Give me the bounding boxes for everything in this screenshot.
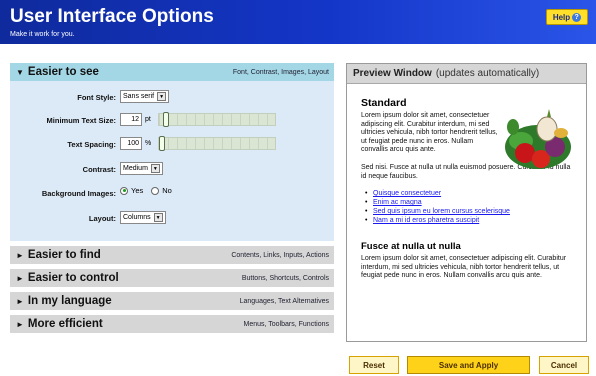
page-subtitle: Make it work for you.	[10, 31, 75, 38]
preview-window: Preview Window (updates automatically) S…	[346, 63, 587, 342]
reset-button[interactable]: Reset	[349, 356, 399, 374]
text-spacing-label: Text Spacing:	[67, 140, 116, 149]
preview-link[interactable]: Sed quis ipsum eu lorem cursus scelerisq…	[365, 207, 573, 216]
help-button[interactable]: Help ?	[546, 9, 588, 25]
contrast-value: Medium	[123, 165, 148, 172]
preview-heading-fusce: Fusce at nulla ut nulla	[361, 241, 461, 253]
section-links[interactable]: Buttons, Shortcuts, Controls	[242, 275, 329, 282]
section-links[interactable]: Font, Contrast, Images, Layout	[233, 69, 329, 76]
easier-to-see-options: Font Style: Sans serif ▼ Minimum Text Si…	[10, 81, 334, 241]
section-links[interactable]: Languages, Text Alternatives	[240, 298, 329, 305]
slider-thumb[interactable]	[162, 112, 169, 127]
preview-paragraph-3: Lorem ipsum dolor sit amet, consectetuer…	[361, 255, 567, 280]
page-header: User Interface Options Make it work for …	[0, 0, 596, 44]
min-text-size-unit: pt	[145, 116, 151, 123]
cancel-button[interactable]: Cancel	[539, 356, 589, 374]
preview-link[interactable]: Nam a mi id eros pharetra suscipit	[365, 216, 573, 225]
section-title: Easier to see	[27, 66, 99, 78]
collapse-arrow-icon: ►	[16, 296, 24, 306]
font-style-label: Font Style:	[77, 93, 116, 102]
background-images-yes[interactable]: Yes	[120, 186, 143, 195]
preview-link[interactable]: Enim ac magna	[365, 198, 573, 207]
collapse-arrow-icon: ►	[16, 273, 24, 283]
vegetables-image	[505, 109, 571, 169]
slider-thumb[interactable]	[159, 136, 166, 151]
collapse-arrow-icon: ►	[16, 319, 24, 329]
contrast-select[interactable]: Medium ▼	[120, 162, 163, 175]
help-icon: ?	[572, 12, 582, 22]
section-easier-to-see[interactable]: ▼ Easier to see Font, Contrast, Images, L…	[10, 63, 334, 81]
dropdown-arrow-icon: ▼	[157, 92, 167, 101]
preview-link[interactable]: Quisque consectetuer	[365, 189, 573, 198]
preview-title: Preview Window	[353, 68, 432, 79]
background-images-no[interactable]: No	[151, 186, 172, 195]
background-images-label: Background Images:	[41, 189, 116, 198]
font-style-select[interactable]: Sans serif ▼	[120, 90, 170, 103]
section-more-efficient[interactable]: ► More efficient Menus, Toolbars, Functio…	[10, 315, 334, 333]
layout-select[interactable]: Columns ▼	[120, 211, 166, 224]
min-text-size-slider[interactable]	[157, 112, 276, 127]
preview-link-list: Quisque consectetuer Enim ac magna Sed q…	[361, 189, 573, 225]
contrast-label: Contrast:	[82, 165, 116, 174]
text-spacing-input[interactable]: 100	[120, 137, 142, 150]
section-links[interactable]: Contents, Links, Inputs, Actions	[231, 252, 329, 259]
section-title: More efficient	[27, 318, 103, 330]
page-title: User Interface Options	[10, 6, 214, 27]
layout-value: Columns	[123, 214, 151, 221]
min-text-size-input[interactable]: 12	[120, 113, 142, 126]
help-label: Help	[552, 12, 571, 22]
radio-label: No	[162, 186, 172, 195]
background-images-radio-group: Yes No	[120, 186, 172, 195]
section-links[interactable]: Menus, Toolbars, Functions	[244, 321, 329, 328]
options-panel: ▼ Easier to see Font, Contrast, Images, L…	[10, 63, 334, 338]
dropdown-arrow-icon: ▼	[153, 213, 163, 222]
section-easier-to-control[interactable]: ► Easier to control Buttons, Shortcuts, C…	[10, 269, 334, 287]
radio-unselected-icon	[151, 186, 160, 195]
radio-label: Yes	[131, 186, 144, 195]
dropdown-arrow-icon: ▼	[150, 164, 160, 173]
section-easier-to-find[interactable]: ► Easier to find Contents, Links, Inputs,…	[10, 246, 334, 264]
collapse-arrow-icon: ►	[16, 250, 24, 260]
preview-subtitle: (updates automatically)	[435, 68, 540, 79]
preview-content: Standard Lorem ipsum dolor sit amet, con…	[361, 97, 573, 281]
expand-arrow-icon: ▼	[16, 67, 24, 77]
layout-label: Layout:	[88, 214, 116, 223]
font-style-value: Sans serif	[123, 93, 155, 100]
section-title: In my language	[27, 295, 112, 307]
min-text-size-label: Minimum Text Size:	[46, 116, 116, 125]
preview-header: Preview Window (updates automatically)	[347, 64, 586, 84]
preview-paragraph-1: Lorem ipsum dolor sit amet, consectetuer…	[361, 112, 498, 154]
section-title: Easier to control	[27, 272, 119, 284]
section-title: Easier to find	[27, 249, 101, 261]
section-in-my-language[interactable]: ► In my language Languages, Text Alternat…	[10, 292, 334, 310]
text-spacing-unit: %	[145, 140, 152, 147]
text-spacing-slider[interactable]	[158, 136, 277, 151]
save-and-apply-button[interactable]: Save and Apply	[407, 356, 530, 374]
radio-selected-icon	[120, 186, 128, 195]
